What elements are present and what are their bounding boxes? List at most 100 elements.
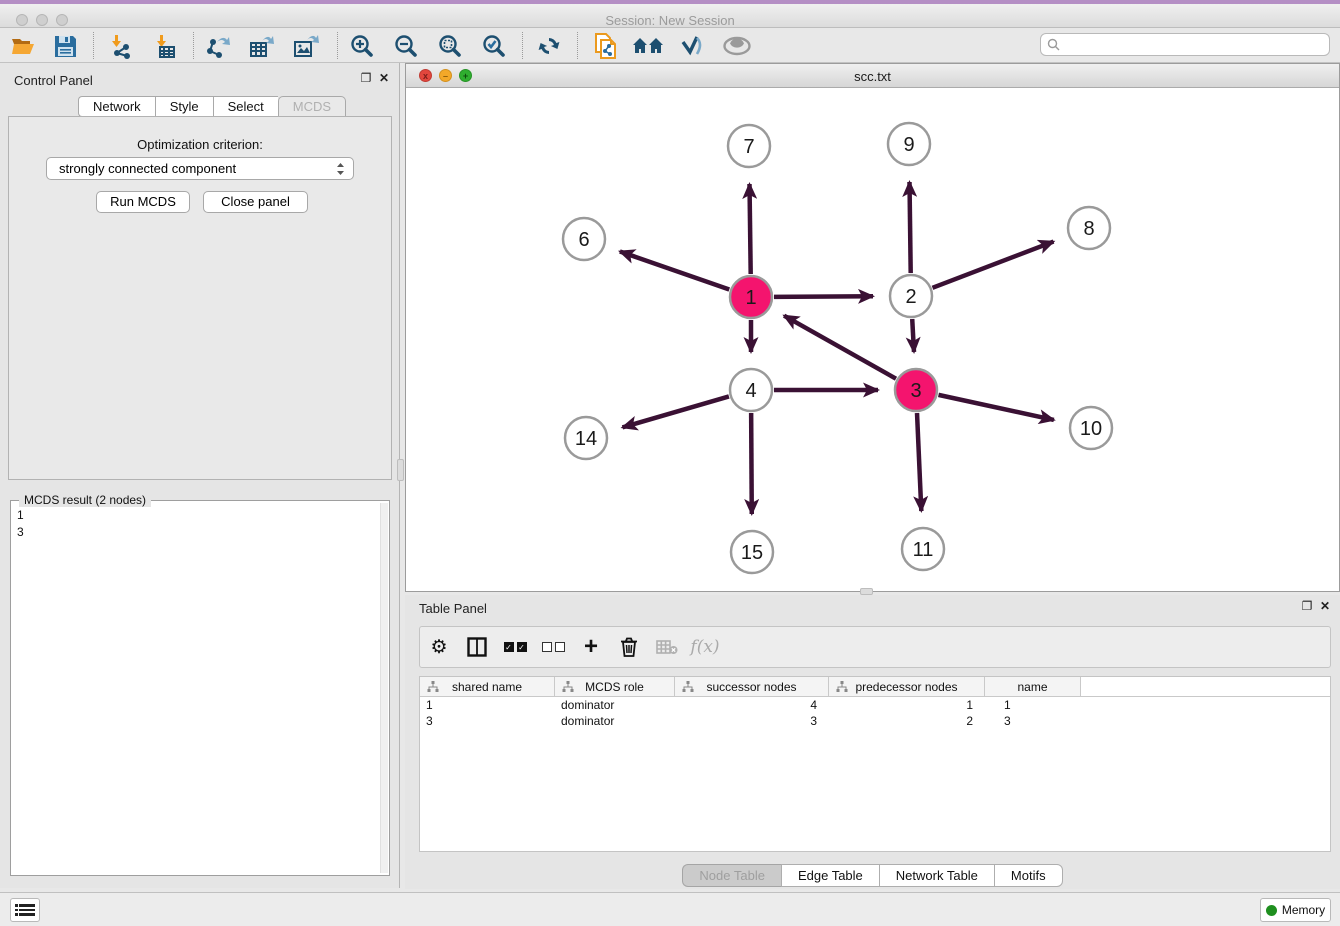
cell-successor-nodes[interactable]: 4 <box>675 697 829 713</box>
memory-status-icon <box>1266 905 1277 916</box>
toolbar-separator <box>193 32 194 59</box>
refresh-icon[interactable] <box>532 34 566 58</box>
table-settings-icon[interactable]: ⚙ <box>420 636 458 659</box>
delete-column-icon[interactable] <box>610 637 648 657</box>
horizontal-splitter-handle[interactable] <box>860 588 873 595</box>
column-type-icon <box>562 681 574 693</box>
open-session-icon[interactable] <box>6 34 40 58</box>
table-panel: Table Panel ❐ ✕ ⚙ ✓✓ + f(x) shared name <box>405 595 1340 889</box>
table-toolbar: ⚙ ✓✓ + f(x) <box>419 626 1331 668</box>
column-header-predecessor-nodes[interactable]: predecessor nodes <box>829 677 985 696</box>
network-window-titlebar[interactable]: x – + scc.txt <box>406 64 1339 88</box>
table-row[interactable]: 1 dominator 4 1 1 <box>420 697 1330 713</box>
cell-predecessor-nodes[interactable]: 2 <box>829 713 985 729</box>
deselect-all-columns-icon[interactable] <box>534 642 572 652</box>
delete-table-icon[interactable] <box>648 639 686 655</box>
graph-edge-4-15[interactable] <box>751 413 752 514</box>
function-builder-icon[interactable]: f(x) <box>686 637 724 657</box>
tab-select[interactable]: Select <box>213 96 278 117</box>
column-label: MCDS role <box>585 680 644 694</box>
table-panel-tabs: Node Table Edge Table Network Table Moti… <box>405 864 1340 887</box>
mcds-result-text[interactable]: 1 3 <box>17 507 24 541</box>
statusbar: Memory <box>0 892 1340 926</box>
result-scrollbar[interactable] <box>380 503 388 873</box>
graph-node-label: 1 <box>745 287 756 309</box>
float-panel-icon[interactable]: ❐ <box>359 72 373 86</box>
graph-edge-1-2[interactable] <box>774 296 873 297</box>
zoom-in-icon[interactable] <box>345 34 379 58</box>
graph-edge-2-8[interactable] <box>932 242 1053 288</box>
home-icon[interactable] <box>631 34 665 58</box>
cell-shared-name[interactable]: 3 <box>420 713 555 729</box>
close-table-panel-icon[interactable]: ✕ <box>1318 600 1332 614</box>
column-header-name[interactable]: name <box>985 677 1081 696</box>
memory-button[interactable]: Memory <box>1260 898 1331 922</box>
column-label: successor nodes <box>706 680 796 694</box>
graph-edge-2-9[interactable] <box>910 182 911 273</box>
tab-style[interactable]: Style <box>155 96 213 117</box>
save-session-icon[interactable] <box>48 34 82 58</box>
tab-edge-table[interactable]: Edge Table <box>781 864 879 887</box>
run-mcds-button[interactable]: Run MCDS <box>96 191 190 213</box>
tab-network-table[interactable]: Network Table <box>879 864 994 887</box>
select-all-columns-icon[interactable]: ✓✓ <box>496 642 534 652</box>
toolbar-separator <box>577 32 578 59</box>
column-header-mcds-role[interactable]: MCDS role <box>555 677 675 696</box>
cell-name[interactable]: 3 <box>985 713 1081 729</box>
table-panel-title: Table Panel <box>419 601 487 616</box>
import-table-icon[interactable] <box>148 34 182 58</box>
graph-edge-4-14[interactable] <box>622 396 728 427</box>
graph-edge-3-11[interactable] <box>917 413 921 511</box>
graph-node-label: 15 <box>741 542 763 564</box>
export-network-icon[interactable] <box>201 34 235 58</box>
tab-network[interactable]: Network <box>78 96 155 117</box>
column-header-shared-name[interactable]: shared name <box>420 677 555 696</box>
optimization-criterion-dropdown[interactable]: strongly connected component <box>46 157 354 180</box>
graph-node-label: 6 <box>578 229 589 251</box>
mcds-tab-content: Optimization criterion: strongly connect… <box>8 116 392 480</box>
search-input[interactable] <box>1064 38 1329 52</box>
eye-icon[interactable] <box>720 34 754 58</box>
network-canvas[interactable]: 7968124314101511 <box>406 88 1339 591</box>
graph-node-label: 8 <box>1083 218 1094 240</box>
zoom-selected-icon[interactable] <box>477 34 511 58</box>
chevron-up-down-icon <box>336 162 345 176</box>
duplicate-network-icon[interactable] <box>588 34 622 58</box>
graph-edge-1-6[interactable] <box>620 251 729 289</box>
cell-mcds-role[interactable]: dominator <box>555 697 675 713</box>
graph-edge-1-7[interactable] <box>750 184 751 274</box>
add-column-icon[interactable]: + <box>572 637 610 657</box>
toggle-graphics-details-icon[interactable] <box>675 34 709 58</box>
dropdown-value: strongly connected component <box>59 161 336 176</box>
zoom-out-icon[interactable] <box>389 34 423 58</box>
graph-edge-2-3[interactable] <box>912 319 914 352</box>
network-graph: 7968124314101511 <box>406 88 1339 591</box>
search-field[interactable] <box>1040 33 1330 56</box>
cell-successor-nodes[interactable]: 3 <box>675 713 829 729</box>
tab-node-table[interactable]: Node Table <box>682 864 781 887</box>
graph-edge-3-10[interactable] <box>938 395 1053 420</box>
app-titlebar: Session: New Session <box>0 4 1340 28</box>
tab-motifs[interactable]: Motifs <box>994 864 1063 887</box>
cell-predecessor-nodes[interactable]: 1 <box>829 697 985 713</box>
vertical-splitter-handle[interactable] <box>397 459 404 481</box>
column-view-icon[interactable] <box>458 637 496 657</box>
zoom-fit-icon[interactable] <box>433 34 467 58</box>
cell-shared-name[interactable]: 1 <box>420 697 555 713</box>
tab-mcds[interactable]: MCDS <box>278 96 346 117</box>
control-panel: Control Panel ❐ ✕ Network Style Select M… <box>0 63 400 888</box>
cell-name[interactable]: 1 <box>985 697 1081 713</box>
column-header-successor-nodes[interactable]: successor nodes <box>675 677 829 696</box>
export-image-icon[interactable] <box>289 34 323 58</box>
close-panel-icon[interactable]: ✕ <box>377 72 391 86</box>
float-table-panel-icon[interactable]: ❐ <box>1300 600 1314 614</box>
export-table-icon[interactable] <box>245 34 279 58</box>
mcds-result-box: MCDS result (2 nodes) 1 3 <box>10 500 390 876</box>
close-panel-button[interactable]: Close panel <box>203 191 308 213</box>
task-history-button[interactable] <box>10 898 40 922</box>
graph-node-label: 7 <box>743 136 754 158</box>
cell-mcds-role[interactable]: dominator <box>555 713 675 729</box>
import-network-icon[interactable] <box>103 34 137 58</box>
graph-edge-3-1[interactable] <box>784 316 896 379</box>
table-row[interactable]: 3 dominator 3 2 3 <box>420 713 1330 729</box>
